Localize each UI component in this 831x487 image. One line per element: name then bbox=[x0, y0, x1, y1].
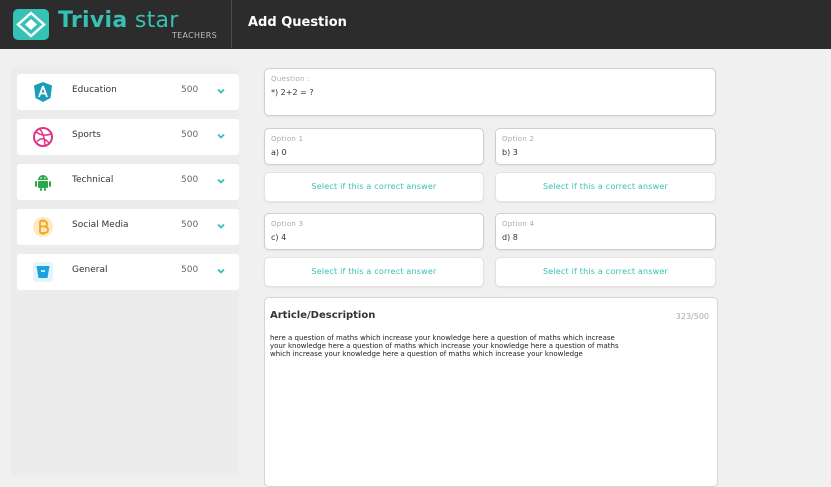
category-item-education[interactable]: Education 500 bbox=[17, 74, 239, 110]
option-4-field[interactable]: Option 4 d) 8 bbox=[495, 213, 716, 250]
category-item-social-media[interactable]: Social Media 500 bbox=[17, 209, 239, 245]
option-input[interactable]: a) 0 bbox=[271, 148, 287, 157]
question-input[interactable]: *) 2+2 = ? bbox=[271, 88, 314, 97]
brand-subtitle: TEACHERS bbox=[172, 31, 217, 40]
option-2-field[interactable]: Option 2 b) 3 bbox=[495, 128, 716, 165]
question-field[interactable]: Question : *) 2+2 = ? bbox=[264, 68, 716, 116]
chevron-down-icon[interactable] bbox=[216, 131, 226, 141]
article-line: your knowledge here a question of maths … bbox=[270, 342, 619, 350]
page-title: Add Question bbox=[248, 15, 347, 30]
category-label: Education bbox=[72, 85, 117, 95]
article-line: which increase your knowledge here a que… bbox=[270, 350, 583, 358]
question-label: Question : bbox=[271, 75, 310, 83]
select-correct-option-3-button[interactable]: Select if this a correct answer bbox=[264, 257, 484, 287]
bucket-icon bbox=[33, 262, 53, 282]
option-label: Option 1 bbox=[271, 135, 304, 143]
bitcoin-icon bbox=[33, 217, 53, 237]
article-description-field[interactable]: Article/Description 323/500 here a quest… bbox=[264, 297, 718, 487]
diamond-logo-icon bbox=[13, 9, 49, 40]
category-label: Social Media bbox=[72, 220, 129, 230]
header-divider bbox=[231, 0, 232, 48]
category-item-sports[interactable]: Sports 500 bbox=[17, 119, 239, 155]
category-count: 500 bbox=[181, 85, 199, 95]
chevron-down-icon[interactable] bbox=[216, 266, 226, 276]
select-correct-option-4-button[interactable]: Select if this a correct answer bbox=[495, 257, 716, 287]
category-label: General bbox=[72, 265, 108, 275]
category-label: Sports bbox=[72, 130, 101, 140]
top-bar: Trivia star TEACHERS Add Question bbox=[0, 0, 831, 49]
education-icon bbox=[34, 82, 52, 102]
category-item-technical[interactable]: Technical 500 bbox=[17, 164, 239, 200]
article-textarea[interactable]: here a question of maths which increase … bbox=[270, 334, 690, 358]
chevron-down-icon[interactable] bbox=[216, 86, 226, 96]
option-input[interactable]: b) 3 bbox=[502, 148, 518, 157]
article-line: here a question of maths which increase … bbox=[270, 334, 615, 342]
brand-logo[interactable]: Trivia star bbox=[58, 8, 179, 33]
category-count: 500 bbox=[181, 220, 199, 230]
brand-name-bold: Trivia bbox=[58, 8, 128, 33]
category-label: Technical bbox=[72, 175, 114, 185]
category-sidebar: Education 500 Sports 500 Technical 500 S… bbox=[11, 67, 239, 475]
option-label: Option 3 bbox=[271, 220, 304, 228]
character-count: 323/500 bbox=[675, 312, 709, 321]
option-label: Option 2 bbox=[502, 135, 535, 143]
category-count: 500 bbox=[181, 130, 199, 140]
category-count: 500 bbox=[181, 175, 199, 185]
dribbble-icon bbox=[33, 127, 53, 147]
option-label: Option 4 bbox=[502, 220, 535, 228]
select-correct-option-2-button[interactable]: Select if this a correct answer bbox=[495, 172, 716, 202]
option-input[interactable]: d) 8 bbox=[502, 233, 518, 242]
android-icon bbox=[35, 175, 51, 191]
chevron-down-icon[interactable] bbox=[216, 176, 226, 186]
option-1-field[interactable]: Option 1 a) 0 bbox=[264, 128, 484, 165]
option-input[interactable]: c) 4 bbox=[271, 233, 286, 242]
category-count: 500 bbox=[181, 265, 199, 275]
select-correct-option-1-button[interactable]: Select if this a correct answer bbox=[264, 172, 484, 202]
article-title: Article/Description bbox=[270, 310, 376, 321]
chevron-down-icon[interactable] bbox=[216, 221, 226, 231]
option-3-field[interactable]: Option 3 c) 4 bbox=[264, 213, 484, 250]
category-item-general[interactable]: General 500 bbox=[17, 254, 239, 290]
brand-name-light: star bbox=[134, 8, 179, 33]
